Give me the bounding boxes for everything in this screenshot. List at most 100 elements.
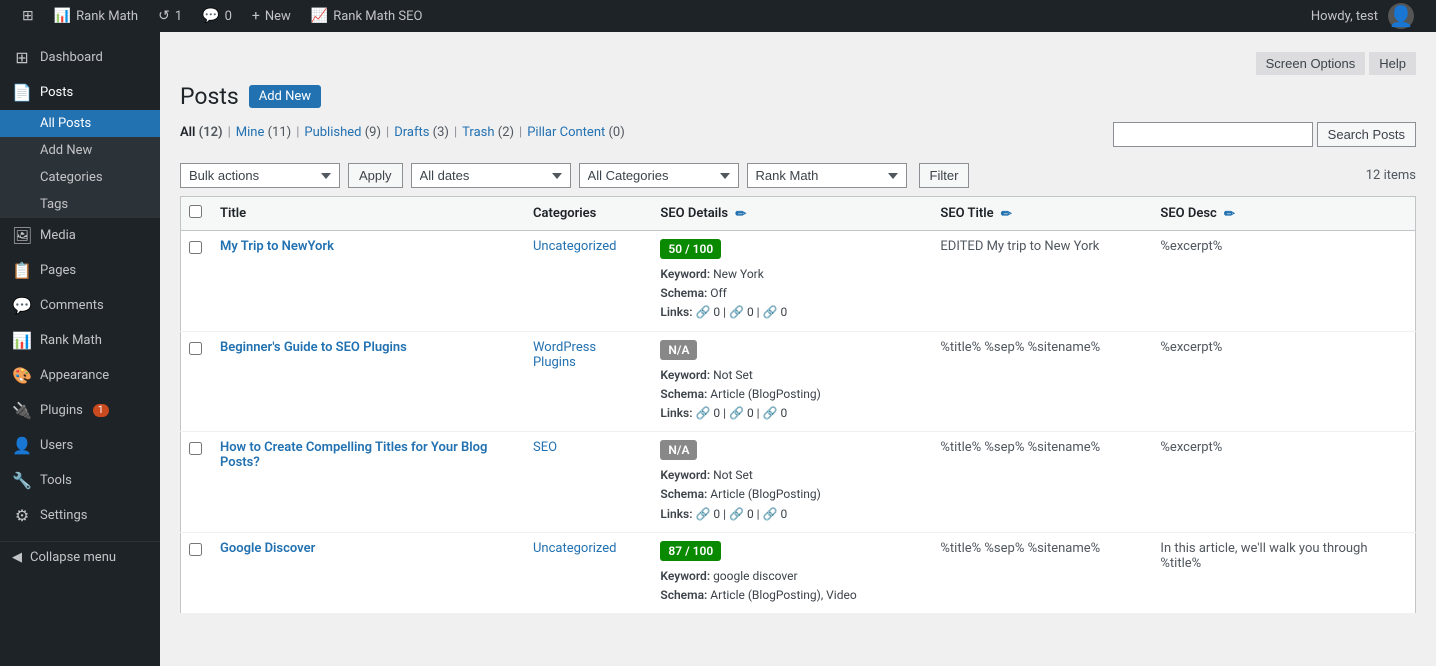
table-row: Beginner's Guide to SEO Plugins WordPres…: [181, 331, 1416, 432]
sidebar-item-label: Users: [40, 438, 73, 453]
post-title-link[interactable]: Beginner's Guide to SEO Plugins: [220, 340, 407, 355]
sidebar-item-users[interactable]: 👤 Users: [0, 428, 160, 463]
post-category-link[interactable]: WordPress Plugins: [533, 340, 596, 370]
sidebar-item-label: Pages: [40, 263, 76, 278]
collapse-icon: ◀: [12, 550, 22, 565]
all-categories-select[interactable]: All Categories: [579, 163, 739, 188]
row-checkbox[interactable]: [189, 342, 202, 355]
seo-keyword: Keyword: google discover: [660, 567, 920, 586]
sidebar-item-tags[interactable]: Tags: [0, 191, 160, 218]
sidebar-item-categories[interactable]: Categories: [0, 164, 160, 191]
post-title-cell: Beginner's Guide to SEO Plugins: [210, 331, 523, 432]
row-checkbox[interactable]: [189, 543, 202, 556]
post-categories-cell: WordPress Plugins: [523, 331, 650, 432]
sidebar: ⊞ Dashboard 📄 Posts All Posts Add New Ca…: [0, 32, 160, 666]
adminbar-rank-math[interactable]: 📊 Rank Math: [44, 0, 148, 32]
row-checkbox[interactable]: [189, 241, 202, 254]
sidebar-item-tools[interactable]: 🔧 Tools: [0, 463, 160, 498]
rank-math-select[interactable]: Rank Math: [747, 163, 907, 188]
comments-icon: 💬: [202, 8, 219, 24]
help-button[interactable]: Help: [1369, 52, 1416, 75]
row-checkbox-cell[interactable]: [181, 331, 211, 432]
rank-math-seo-icon: 📈: [311, 8, 328, 24]
select-all-checkbox[interactable]: [189, 205, 202, 218]
subnav-pillar[interactable]: Pillar Content (0): [527, 125, 625, 140]
comments-menu-icon: 💬: [12, 296, 32, 315]
sidebar-item-media[interactable]: 🖼 Media: [0, 218, 160, 253]
post-category-link[interactable]: SEO: [533, 440, 557, 455]
all-dates-select[interactable]: All dates: [411, 163, 571, 188]
all-posts-label: All Posts: [40, 116, 91, 131]
adminbar-new[interactable]: + New: [242, 0, 301, 32]
collapse-menu[interactable]: ◀ Collapse menu: [0, 541, 160, 573]
search-input[interactable]: [1113, 122, 1313, 147]
sidebar-item-rank-math[interactable]: 📊 Rank Math: [0, 323, 160, 358]
table-header-row: Title Categories SEO Details ✏ SEO Title…: [181, 197, 1416, 231]
sidebar-item-label: Settings: [40, 508, 87, 523]
search-posts-button[interactable]: Search Posts: [1317, 122, 1416, 147]
seo-title-edit-icon[interactable]: ✏: [1001, 207, 1015, 221]
adminbar-comments[interactable]: 💬 0: [192, 0, 242, 32]
sidebar-item-pages[interactable]: 📋 Pages: [0, 253, 160, 288]
subnav-all[interactable]: All (12): [180, 125, 223, 140]
sidebar-item-settings[interactable]: ⚙ Settings: [0, 498, 160, 533]
post-seo-title-cell: EDITED My trip to New York: [930, 231, 1150, 332]
adminbar-howdy: Howdy, test 👤: [1301, 3, 1424, 29]
adminbar-updates[interactable]: ↺ 1: [148, 0, 192, 32]
post-title-link[interactable]: Google Discover: [220, 541, 315, 556]
adminbar-wp-logo[interactable]: ⊞: [12, 0, 44, 32]
row-checkbox-cell[interactable]: [181, 532, 211, 613]
post-category-link[interactable]: Uncategorized: [533, 541, 616, 556]
seo-score-badge: N/A: [660, 340, 697, 360]
adminbar-rank-math-seo[interactable]: 📈 Rank Math SEO: [301, 0, 433, 32]
post-title-link[interactable]: My Trip to NewYork: [220, 239, 334, 254]
sidebar-item-comments[interactable]: 💬 Comments: [0, 288, 160, 323]
new-icon: +: [252, 8, 260, 24]
subnav-published[interactable]: Published (9): [304, 125, 381, 140]
apply-button[interactable]: Apply: [348, 163, 403, 188]
search-box: Search Posts: [1113, 122, 1416, 147]
sidebar-item-appearance[interactable]: 🎨 Appearance: [0, 358, 160, 393]
sidebar-item-posts[interactable]: 📄 Posts: [0, 75, 160, 110]
sidebar-item-plugins[interactable]: 🔌 Plugins 1: [0, 393, 160, 428]
header-title: Title: [210, 197, 523, 231]
bulk-actions-select[interactable]: Bulk actions: [180, 163, 340, 188]
admin-menu: ⊞ Dashboard 📄 Posts All Posts Add New Ca…: [0, 32, 160, 573]
wp-wrap: ⊞ Dashboard 📄 Posts All Posts Add New Ca…: [0, 32, 1436, 666]
post-seo-title-cell: %title% %sep% %sitename%: [930, 331, 1150, 432]
post-seo-details-cell: N/A Keyword: Not Set Schema: Article (Bl…: [650, 331, 930, 432]
post-seo-desc-cell: In this article, we'll walk you through …: [1150, 532, 1415, 613]
seo-meta: Keyword: Not Set Schema: Article (BlogPo…: [660, 366, 920, 424]
table-row: Google Discover Uncategorized 87 / 100 K…: [181, 532, 1416, 613]
seo-details-edit-icon[interactable]: ✏: [735, 207, 749, 221]
header-categories: Categories: [523, 197, 650, 231]
post-title-link[interactable]: How to Create Compelling Titles for Your…: [220, 440, 487, 470]
row-checkbox-cell[interactable]: [181, 231, 211, 332]
adminbar-howdy-text: Howdy, test: [1311, 9, 1378, 24]
posts-submenu: All Posts Add New Categories Tags: [0, 110, 160, 218]
sidebar-item-dashboard[interactable]: ⊞ Dashboard: [0, 40, 160, 75]
tags-label: Tags: [40, 197, 68, 212]
settings-icon: ⚙: [12, 506, 32, 525]
page-header: Posts Add New: [180, 83, 1416, 110]
post-seo-title-cell: %title% %sep% %sitename%: [930, 532, 1150, 613]
filter-button[interactable]: Filter: [919, 163, 970, 188]
sidebar-item-all-posts[interactable]: All Posts: [0, 110, 160, 137]
rank-math-icon: 📊: [54, 8, 71, 24]
row-checkbox[interactable]: [189, 442, 202, 455]
subnav-drafts[interactable]: Drafts (3): [394, 125, 449, 140]
add-new-button[interactable]: Add New: [249, 85, 321, 108]
main-content: Screen Options Help Posts Add New All (1…: [160, 32, 1436, 666]
header-checkbox[interactable]: [181, 197, 211, 231]
subnav-mine[interactable]: Mine (11): [236, 125, 291, 140]
adminbar-updates-count: 1: [175, 9, 182, 24]
row-checkbox-cell[interactable]: [181, 432, 211, 533]
adminbar-rank-math-label: Rank Math: [76, 9, 138, 24]
post-title-cell: How to Create Compelling Titles for Your…: [210, 432, 523, 533]
subnav-trash[interactable]: Trash (2): [462, 125, 514, 140]
sidebar-item-add-new[interactable]: Add New: [0, 137, 160, 164]
adminbar-new-label: New: [265, 9, 291, 24]
post-category-link[interactable]: Uncategorized: [533, 239, 616, 254]
seo-desc-edit-icon[interactable]: ✏: [1224, 207, 1238, 221]
screen-options-button[interactable]: Screen Options: [1256, 52, 1366, 75]
